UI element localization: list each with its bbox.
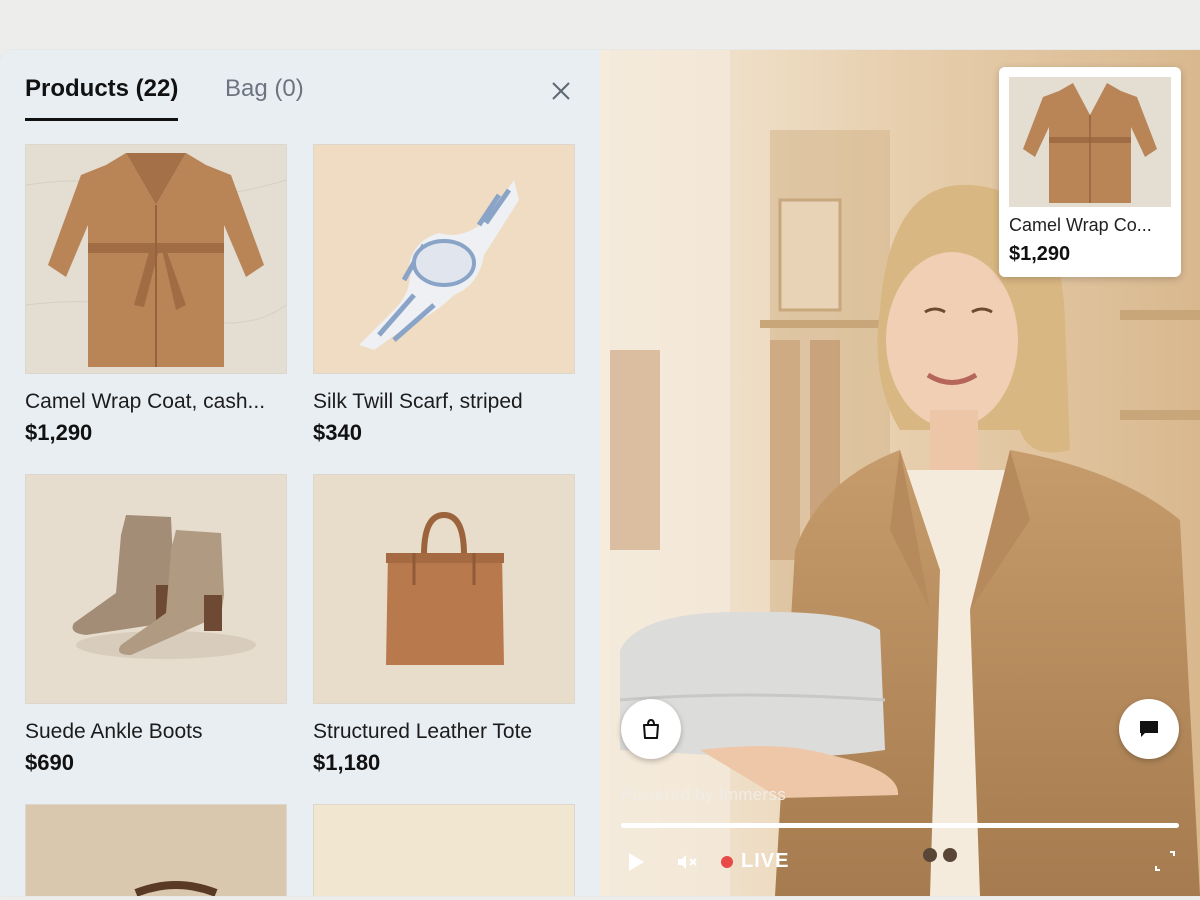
shopping-bag-button[interactable] — [621, 699, 681, 759]
product-panel: Products (22) Bag (0) Camel Wrap Coat, c… — [0, 50, 600, 896]
product-image-sunglasses — [25, 804, 287, 896]
chat-bubble-icon — [1140, 721, 1158, 737]
featured-product-card[interactable]: Camel Wrap Co... $1,290 — [999, 67, 1181, 277]
video-progress-bar[interactable] — [621, 823, 1179, 828]
chat-button[interactable] — [1119, 699, 1179, 759]
product-card[interactable]: Suede Ankle Boots $690 — [25, 474, 287, 778]
product-price: $690 — [25, 750, 74, 775]
product-card[interactable]: Camel Wrap Coat, cash... $1,290 — [25, 144, 287, 448]
product-title: Camel Wrap Coat, cash... — [25, 390, 266, 413]
product-title: Suede Ankle Boots — [25, 720, 203, 743]
tab-products[interactable]: Products (22) — [25, 72, 179, 121]
product-price: $1,290 — [25, 420, 93, 445]
featured-product-title: Camel Wrap Co... — [1009, 215, 1152, 235]
fullscreen-button[interactable] — [1152, 848, 1178, 879]
powered-by-label: Powered by Immerss — [621, 785, 787, 804]
product-title: Structured Leather Tote — [313, 720, 533, 743]
featured-product-image — [1009, 77, 1171, 207]
close-button[interactable] — [546, 76, 576, 106]
product-image-leather-tote — [313, 474, 575, 704]
product-image-ankle-boots — [25, 474, 287, 704]
live-shopping-widget: Products (22) Bag (0) Camel Wrap Coat, c… — [0, 50, 1200, 896]
product-price: $1,180 — [313, 750, 381, 775]
product-price: $340 — [313, 420, 362, 445]
product-image-cream-item — [313, 804, 575, 896]
product-image-striped-scarf — [313, 144, 575, 374]
mute-button[interactable] — [675, 850, 699, 879]
play-button[interactable] — [626, 850, 648, 879]
tab-bag[interactable]: Bag (0) — [225, 72, 304, 118]
live-indicator-dot — [721, 856, 733, 868]
product-card[interactable] — [25, 804, 287, 896]
product-card[interactable]: Silk Twill Scarf, striped $340 — [313, 144, 575, 448]
fullscreen-icon — [1155, 851, 1175, 871]
featured-product-price: $1,290 — [1009, 243, 1071, 265]
product-title: Silk Twill Scarf, striped — [313, 390, 523, 413]
mute-icon — [678, 855, 697, 869]
play-icon — [629, 853, 644, 871]
live-video-player[interactable]: Camel Wrap Co... $1,290 Powered by Immer… — [600, 50, 1200, 896]
shopping-bag-icon — [643, 718, 659, 739]
product-card[interactable] — [313, 804, 575, 896]
product-card[interactable]: Structured Leather Tote $1,180 — [313, 474, 575, 778]
close-icon — [552, 82, 570, 100]
product-image-camel-coat — [25, 144, 287, 374]
live-label: LIVE — [741, 850, 790, 872]
